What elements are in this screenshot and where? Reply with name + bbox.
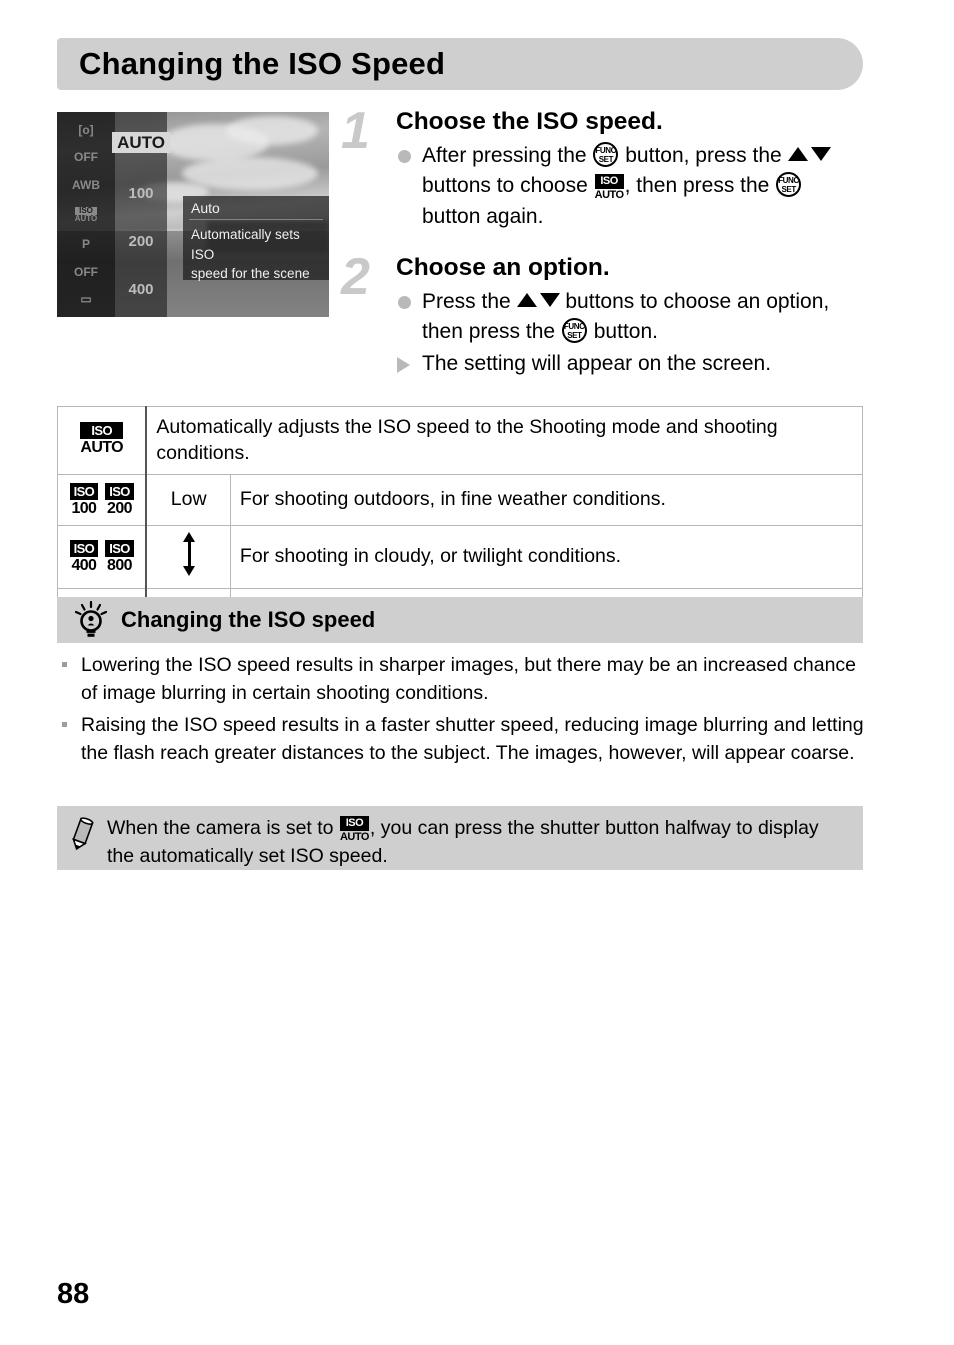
step-heading: Choose the ISO speed.: [396, 108, 663, 135]
lcd-icon-drive: OFF: [74, 264, 98, 279]
iso-badge-label: ISO: [105, 482, 134, 500]
lcd-icon-metering: [o]: [78, 122, 94, 137]
iso-badge-800: ISO 800: [105, 539, 134, 574]
iso-icon-cell: ISO 400 ISO 800: [57, 524, 148, 589]
step-bullet-line: Press the buttons to choose an option, t…: [396, 287, 866, 347]
iso-badge-label: ISO: [105, 539, 134, 557]
iso-auto-icon: ISO AUTO: [594, 174, 624, 202]
lcd-function-column: [o] OFF AWB ISO AUTO P OFF ▭: [57, 112, 115, 317]
lcd-icon-aspect: ▭: [80, 292, 92, 307]
lcd-value-200: 200: [128, 232, 154, 250]
note-iso-auto-icon: ISO AUTO: [339, 816, 370, 843]
tip-section-header: Changing the ISO speed: [57, 597, 863, 643]
iso-auto-icon: ISO AUTO: [339, 816, 369, 843]
lcd-panel-title: Auto: [191, 200, 220, 216]
iso-badge-value: 800: [107, 556, 132, 574]
triangle-arrow-icon: [397, 356, 410, 373]
iso-description-cell: For shooting in cloudy, or twilight cond…: [229, 524, 864, 589]
lcd-icon-whitebalance: AWB: [72, 177, 100, 192]
note-text: When the camera is set to ISO AUTO, you c…: [107, 815, 851, 870]
lcd-icon-exposure: OFF: [74, 150, 98, 165]
iso-level-arrow: [145, 524, 231, 589]
table-row: ISO AUTO Automatically adjusts the ISO s…: [57, 406, 864, 475]
iso-badge-label: ISO: [69, 482, 99, 500]
lcd-cloud: [225, 116, 319, 145]
tip-list-item: Raising the ISO speed results in a faste…: [57, 712, 867, 767]
bullet-square-icon: [62, 722, 67, 728]
lcd-icon-mode-p: P: [81, 237, 90, 252]
up-down-buttons-icon: [787, 144, 831, 167]
lcd-value-auto: AUTO: [112, 132, 170, 154]
step-2: 2 Choose an option. Press the buttons to…: [341, 247, 866, 379]
iso-badge-value: 100: [71, 499, 97, 517]
iso-level-low: Low: [145, 473, 231, 526]
step-number: 2: [341, 247, 370, 306]
lcd-panel-desc-line1: Automatically sets ISO: [191, 227, 300, 262]
page-number: 88: [57, 1278, 90, 1310]
table-row: ISO 400 ISO 800 For shooting in cloudy, …: [57, 524, 864, 589]
step-2-line-2-rich: The setting will appear on the screen.: [422, 351, 772, 375]
up-down-arrow-icon: [182, 531, 196, 576]
tip-item-text: Raising the ISO speed results in a faste…: [81, 714, 864, 765]
iso-badge-auto: ISO AUTO: [80, 422, 124, 457]
bullet-square-icon: [62, 662, 67, 667]
step-1: 1 Choose the ISO speed. After pressing t…: [341, 102, 866, 232]
pencil-icon: [67, 815, 97, 858]
iso-icon-cell: ISO 100 ISO 200: [57, 473, 148, 526]
iso-badge-100: ISO 100: [69, 482, 99, 517]
tip-item-text: Lowering the ISO speed results in sharpe…: [81, 654, 857, 704]
instruction-steps: 1 Choose the ISO speed. After pressing t…: [341, 102, 866, 387]
lcd-icon-iso: ISO AUTO: [74, 206, 98, 224]
step-body: Press the buttons to choose an option, t…: [341, 287, 866, 379]
lcd-value-100: 100: [128, 185, 154, 203]
bullet-dot-icon: [398, 296, 411, 310]
tip-list-item: Lowering the ISO speed results in sharpe…: [57, 652, 867, 707]
note-box: When the camera is set to ISO AUTO, you c…: [57, 806, 863, 870]
step-body: After pressing the FUNC. SET button, pres…: [341, 141, 866, 232]
func-set-button-icon: FUNC. SET: [776, 172, 802, 198]
step-1-line-1-rich: After pressing the FUNC. SET button, pres…: [422, 142, 831, 228]
iso-icon-cell: ISO AUTO: [57, 406, 148, 475]
iso-badge-value: 200: [107, 499, 132, 517]
iso-badge-label: ISO: [69, 539, 99, 557]
iso-badge-value: 400: [71, 556, 97, 574]
step-2-line-1-rich: Press the buttons to choose an option, t…: [422, 290, 830, 344]
page-header-banner: Changing the ISO Speed: [57, 38, 863, 90]
iso-description-cell: Automatically adjusts the ISO speed to t…: [145, 406, 864, 475]
iso-badge-200: ISO 200: [105, 482, 134, 517]
tip-title: Changing the ISO speed: [121, 607, 376, 632]
page-title: Changing the ISO Speed: [79, 46, 446, 81]
camera-lcd-screenshot: [o] OFF AWB ISO AUTO P OFF ▭ AUTO 100 20…: [57, 112, 329, 317]
lcd-panel-description: Automatically sets ISO speed for the sce…: [183, 220, 329, 289]
func-set-button-icon: FUNC. SET: [561, 318, 587, 344]
lcd-auto-label: AUTO: [74, 214, 98, 224]
func-set-button-icon: FUNC. SET: [593, 142, 619, 168]
tip-section-body: Lowering the ISO speed results in sharpe…: [57, 652, 867, 773]
bullet-dot-icon: [398, 150, 411, 164]
iso-description-cell: For shooting outdoors, in fine weather c…: [229, 473, 864, 526]
up-down-buttons-icon: [516, 290, 560, 313]
lcd-value-400: 400: [128, 280, 154, 298]
iso-badge-label: ISO: [80, 422, 124, 440]
table-row: ISO 100 ISO 200 Low For shooting outdoor…: [57, 473, 864, 526]
lcd-info-panel: Auto Automatically sets ISO speed for th…: [183, 196, 329, 281]
lcd-panel-desc-line2: speed for the scene: [191, 266, 310, 282]
step-number: 1: [341, 102, 370, 160]
step-heading: Choose an option.: [396, 253, 610, 281]
lcd-value-column: AUTO 100 200 400: [112, 112, 170, 317]
step-result-line: The setting will appear on the screen.: [396, 349, 866, 379]
note-text-before: When the camera is set to: [107, 817, 339, 839]
iso-badge-400: ISO 400: [69, 539, 99, 574]
lcd-cloud: [182, 157, 319, 190]
iso-badge-value: AUTO: [80, 439, 124, 457]
step-bullet-line: After pressing the FUNC. SET button, pres…: [396, 141, 866, 232]
lightbulb-icon: [71, 600, 111, 640]
